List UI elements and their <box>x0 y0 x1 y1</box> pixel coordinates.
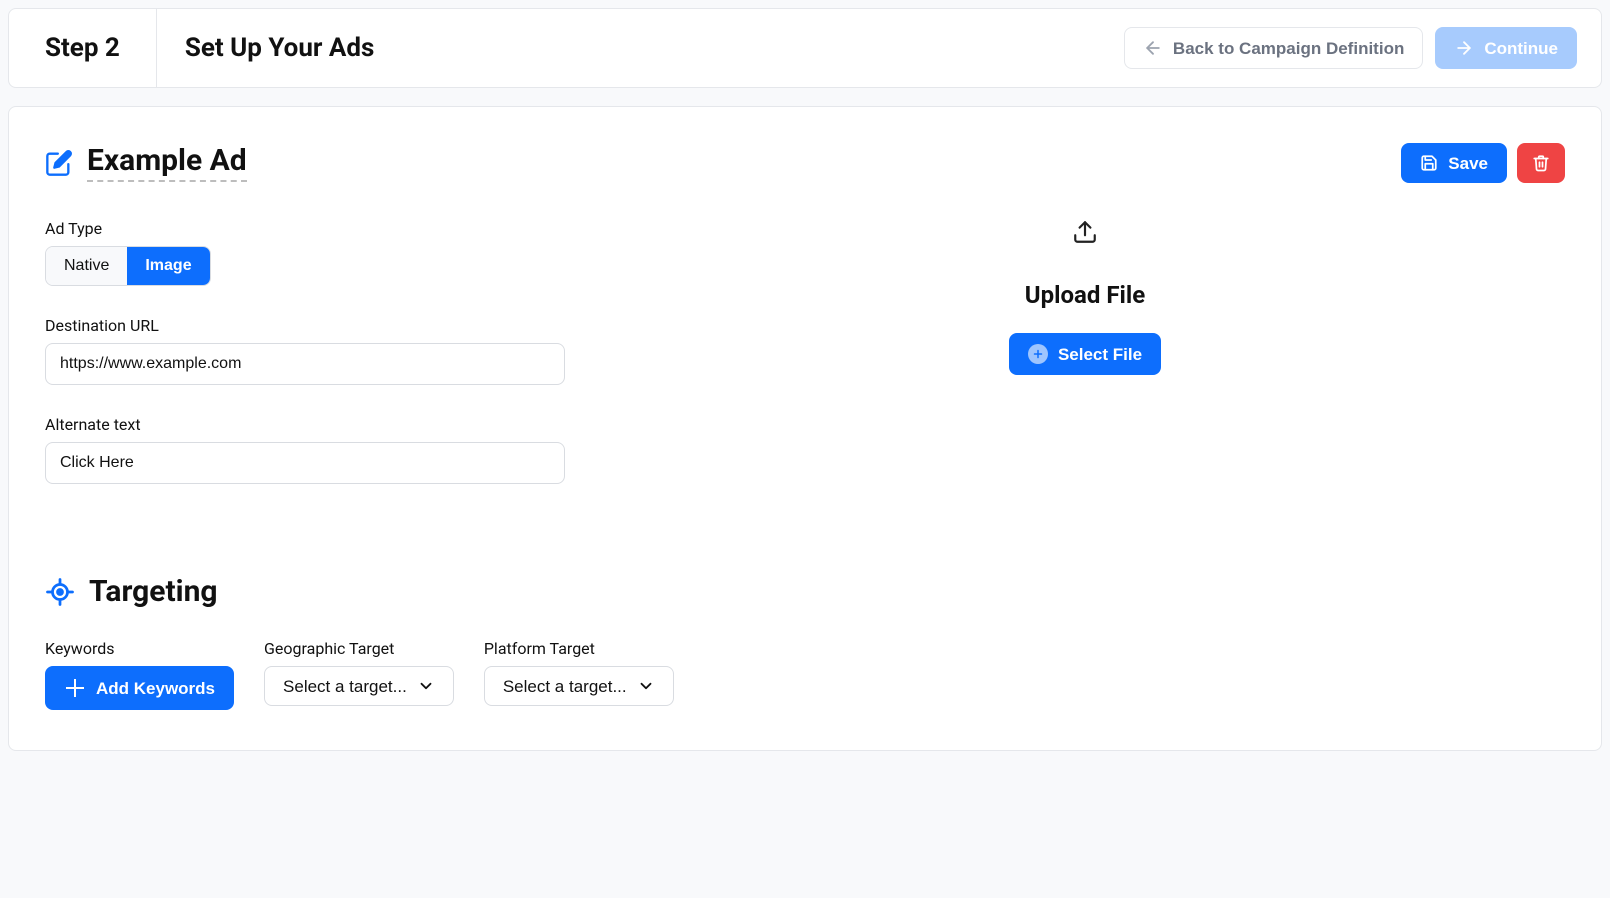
chevron-down-icon <box>417 677 435 695</box>
continue-button-label: Continue <box>1484 40 1558 57</box>
targeting-title: Targeting <box>89 574 218 609</box>
ad-header-actions: Save <box>1401 143 1565 183</box>
platform-target-dropdown[interactable]: Select a target... <box>484 666 674 706</box>
targeting-controls: Keywords Add Keywords Geographic Target … <box>45 639 1565 710</box>
ad-form-area: Ad Type Native Image Destination URL Alt… <box>45 219 1565 514</box>
destination-url-label: Destination URL <box>45 316 565 335</box>
page-title-text: Set Up Your Ads <box>185 33 375 63</box>
select-file-label: Select File <box>1058 346 1142 363</box>
geographic-target-dropdown[interactable]: Select a target... <box>264 666 454 706</box>
add-keywords-label: Add Keywords <box>96 680 215 697</box>
back-button-label: Back to Campaign Definition <box>1173 40 1404 57</box>
continue-button[interactable]: Continue <box>1435 27 1577 69</box>
select-file-button[interactable]: Select File <box>1009 333 1161 375</box>
step-indicator: Step 2 <box>9 9 157 87</box>
page-title: Set Up Your Ads <box>157 9 403 87</box>
upload-icon <box>1072 219 1098 245</box>
ad-editor-card: Example Ad Save Ad Type Native Image Des… <box>8 106 1602 751</box>
alt-text-label: Alternate text <box>45 415 565 434</box>
destination-url-input[interactable] <box>45 343 565 385</box>
back-button[interactable]: Back to Campaign Definition <box>1124 27 1423 69</box>
platform-target-field: Platform Target Select a target... <box>484 639 674 710</box>
plus-circle-icon <box>1028 344 1048 364</box>
geographic-target-label: Geographic Target <box>264 639 454 658</box>
platform-target-value: Select a target... <box>503 678 627 695</box>
ad-type-segmented: Native Image <box>45 246 211 286</box>
chevron-down-icon <box>637 677 655 695</box>
ad-type-label: Ad Type <box>45 219 565 238</box>
keywords-label: Keywords <box>45 639 234 658</box>
ad-type-native[interactable]: Native <box>46 247 127 285</box>
geographic-target-value: Select a target... <box>283 678 407 695</box>
trash-icon <box>1532 154 1550 172</box>
save-button[interactable]: Save <box>1401 143 1507 183</box>
delete-button[interactable] <box>1517 143 1565 183</box>
ad-type-field: Ad Type Native Image <box>45 219 565 286</box>
edit-icon <box>45 149 73 177</box>
ad-title-section: Example Ad <box>45 143 247 182</box>
ad-title-input[interactable]: Example Ad <box>87 143 247 182</box>
target-icon <box>45 577 75 607</box>
ad-form-right: Upload File Select File <box>605 219 1565 514</box>
wizard-header-left: Step 2 Set Up Your Ads <box>9 9 402 87</box>
targeting-section-head: Targeting <box>45 574 1565 609</box>
alt-text-input[interactable] <box>45 442 565 484</box>
ad-type-image[interactable]: Image <box>127 247 209 285</box>
ad-form-left: Ad Type Native Image Destination URL Alt… <box>45 219 565 514</box>
arrow-left-icon <box>1143 38 1163 58</box>
geographic-target-field: Geographic Target Select a target... <box>264 639 454 710</box>
wizard-header-actions: Back to Campaign Definition Continue <box>1100 9 1601 87</box>
destination-url-field: Destination URL <box>45 316 565 385</box>
step-label: Step 2 <box>45 33 120 63</box>
save-button-label: Save <box>1448 155 1488 172</box>
upload-title: Upload File <box>1025 281 1145 309</box>
alt-text-field: Alternate text <box>45 415 565 484</box>
save-icon <box>1420 154 1438 172</box>
add-keywords-button[interactable]: Add Keywords <box>45 666 234 710</box>
upload-area: Upload File Select File <box>1009 219 1161 375</box>
plus-icon <box>64 677 86 699</box>
arrow-right-icon <box>1454 38 1474 58</box>
ad-header-row: Example Ad Save <box>45 143 1565 183</box>
keywords-field: Keywords Add Keywords <box>45 639 234 710</box>
platform-target-label: Platform Target <box>484 639 674 658</box>
wizard-header: Step 2 Set Up Your Ads Back to Campaign … <box>8 8 1602 88</box>
